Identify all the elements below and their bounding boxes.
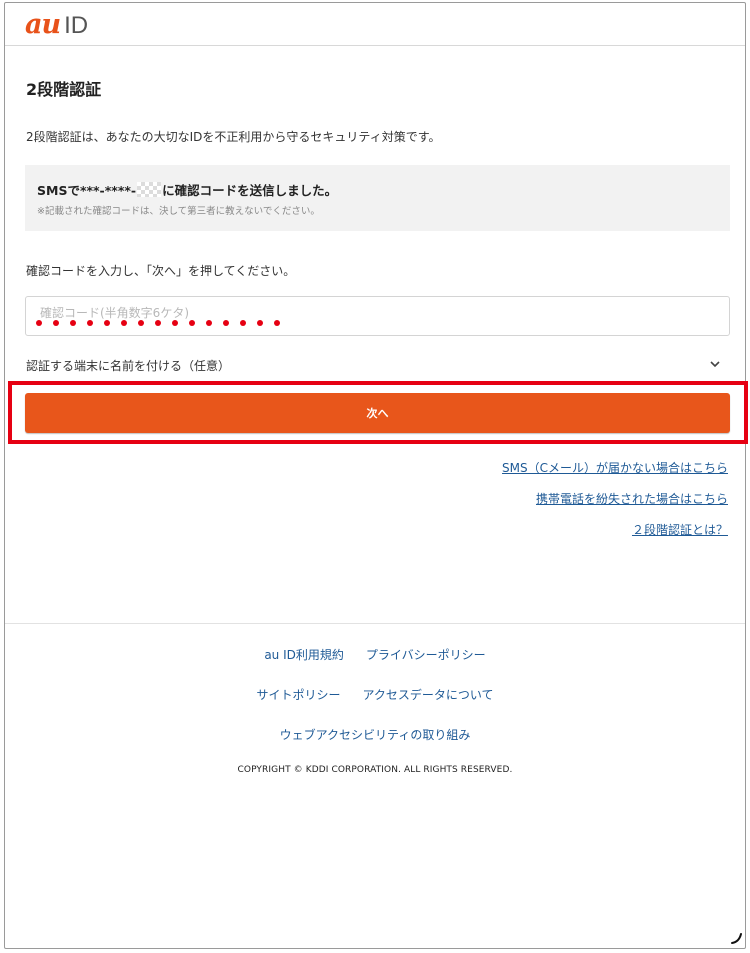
masked-number <box>137 182 162 197</box>
dot <box>172 320 178 326</box>
dot <box>240 320 246 326</box>
lost-phone-link[interactable]: 携帯電話を紛失された場合はこちら <box>536 490 728 507</box>
page-title: 2段階認証 <box>26 80 102 99</box>
dot <box>189 320 195 326</box>
sms-sent-suffix: に確認コードを送信しました。 <box>162 183 338 198</box>
instruction-text: 確認コードを入力し、「次へ」を押してください。 <box>26 264 296 278</box>
chevron-down-icon <box>710 361 720 368</box>
input-dots-annotation <box>36 320 280 326</box>
dot <box>274 320 280 326</box>
footer-links-row-2: サイトポリシー アクセスデータについて <box>5 686 745 703</box>
dot <box>87 320 93 326</box>
footer-links-row-3: ウェブアクセシビリティの取り組み <box>5 726 745 743</box>
dot <box>138 320 144 326</box>
footer-link-site-policy[interactable]: サイトポリシー <box>256 686 340 703</box>
dot <box>70 320 76 326</box>
au-id-logo[interactable]: au ID <box>25 9 89 40</box>
sms-sent-prefix: SMSで***-****- <box>37 183 137 198</box>
device-name-label: 認証する端末に名前を付ける（任意） <box>26 359 231 373</box>
dot <box>36 320 42 326</box>
logo-au-text: au <box>25 9 61 40</box>
sms-warning-note: ※記載された確認コードは、決して第三者に教えないでください。 <box>37 206 320 217</box>
intro-text: 2段階認証は、あなたの大切なIDを不正利用から守るセキュリティ対策です。 <box>26 130 441 144</box>
next-button[interactable]: 次へ <box>25 393 730 433</box>
copyright-text: COPYRIGHT © KDDI CORPORATION. ALL RIGHTS… <box>237 765 513 775</box>
footer-link-access-data[interactable]: アクセスデータについて <box>362 686 493 703</box>
dot <box>53 320 59 326</box>
device-name-toggle[interactable]: 認証する端末に名前を付ける（任意） <box>25 352 730 378</box>
header: au ID <box>5 3 745 46</box>
footer-link-accessibility[interactable]: ウェブアクセシビリティの取り組み <box>280 726 471 743</box>
sms-info-box: SMSで***-****- に確認コードを送信しました。 ※記載された確認コード… <box>25 165 730 231</box>
dot <box>104 320 110 326</box>
sms-sent-message: SMSで***-****- に確認コードを送信しました。 <box>37 180 337 199</box>
resize-corner-icon <box>731 933 742 944</box>
dot <box>206 320 212 326</box>
footer-links-row-1: au ID利用規約 プライバシーポリシー <box>5 646 745 663</box>
sms-not-received-link[interactable]: SMS（Cメール）が届かない場合はこちら <box>502 459 728 476</box>
dot <box>121 320 127 326</box>
footer-link-terms[interactable]: au ID利用規約 <box>264 646 344 663</box>
logo-id-text: ID <box>64 12 89 39</box>
footer-divider <box>5 623 745 624</box>
dot <box>257 320 263 326</box>
footer-link-privacy[interactable]: プライバシーポリシー <box>366 646 486 663</box>
dot <box>155 320 161 326</box>
dot <box>223 320 229 326</box>
about-2fa-link[interactable]: ２段階認証とは？ <box>632 521 728 538</box>
verification-code-input[interactable] <box>25 296 730 336</box>
